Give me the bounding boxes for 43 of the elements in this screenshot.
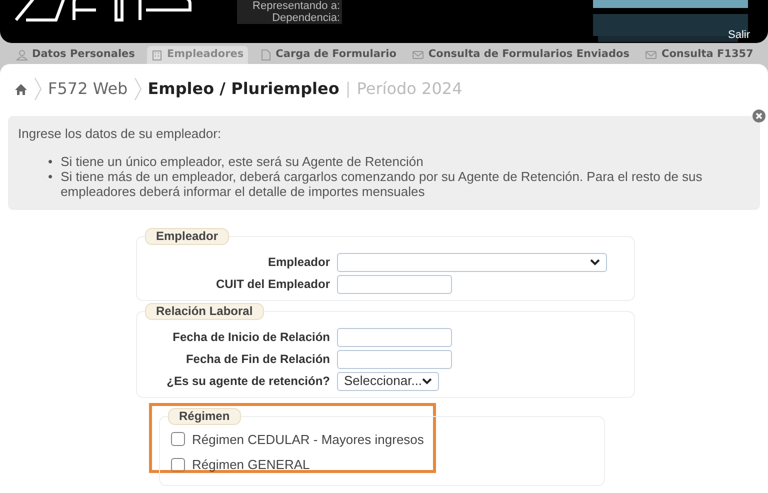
checkbox-option[interactable]: Régimen GENERAL bbox=[171, 455, 594, 474]
bullet-marker: • bbox=[48, 154, 53, 168]
envelope-icon bbox=[412, 49, 424, 61]
info-bullet: Si tiene un único empleador, este será su Agente de Retención bbox=[60, 154, 424, 168]
select-field[interactable]: Seleccionar... bbox=[337, 372, 439, 390]
breadcrumb-item[interactable]: F572 Web bbox=[48, 77, 128, 101]
section-legend: Relación Laboral bbox=[145, 302, 264, 320]
checkbox-option[interactable]: Régimen CEDULAR - Mayores ingresos bbox=[171, 430, 594, 449]
nav-tab[interactable]: Carga de Formulario bbox=[256, 46, 400, 64]
period-label: Período 2024 bbox=[356, 78, 462, 100]
field-label: CUIT del Empleador bbox=[214, 276, 330, 293]
nav-tab[interactable]: Consulta F1357 bbox=[641, 46, 758, 64]
logout-link[interactable]: Salir bbox=[728, 27, 750, 43]
caret-icon bbox=[590, 258, 600, 266]
breadcrumb-item: Empleo / Pluriempleo bbox=[148, 78, 340, 100]
caret-icon bbox=[422, 378, 432, 384]
header-label: Dependencia: bbox=[237, 12, 342, 24]
chevron-icon bbox=[34, 77, 42, 101]
info-bullet: Si tiene más de un empleador, deberá cargarlos comenzando por su Agente de Retención. Para el resto de sus empleadores deberá informar el detalle de importes mensuales bbox=[60, 168, 704, 198]
input-field[interactable] bbox=[337, 274, 452, 294]
nav-tab[interactable]: Consulta de Formularios Enviados bbox=[408, 46, 634, 64]
logo-icon bbox=[12, 0, 192, 22]
select-field[interactable] bbox=[337, 252, 607, 272]
envelope-icon bbox=[645, 49, 658, 61]
field-label: Fecha de Fin de Relación bbox=[184, 351, 330, 368]
input-field[interactable] bbox=[337, 350, 452, 368]
section-legend: Empleador bbox=[145, 228, 230, 244]
header-label: Representando a: bbox=[237, 0, 342, 12]
info-text: Ingrese los datos de su empleador: bbox=[18, 125, 222, 143]
separator: | bbox=[345, 78, 351, 100]
input-field[interactable] bbox=[337, 328, 452, 346]
field-label: Empleador bbox=[266, 254, 330, 271]
section-legend: Régimen bbox=[168, 408, 241, 424]
chevron-icon bbox=[134, 77, 142, 101]
field-label: ¿Es su agente de retención? bbox=[166, 373, 330, 390]
person-icon bbox=[16, 49, 28, 61]
bullet-marker: • bbox=[48, 168, 53, 186]
document-icon bbox=[260, 49, 272, 61]
nav-tab[interactable]: Datos Personales bbox=[12, 46, 139, 64]
building-icon bbox=[150, 49, 163, 61]
home-icon[interactable] bbox=[14, 82, 28, 96]
close-icon[interactable] bbox=[752, 109, 766, 123]
field-label: Fecha de Inicio de Relación bbox=[172, 329, 330, 346]
